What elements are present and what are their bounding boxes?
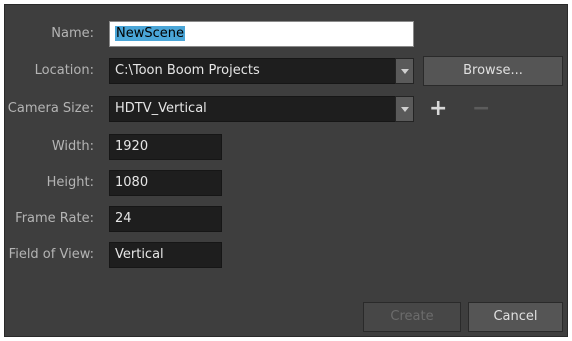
location-label: Location:	[34, 63, 94, 78]
camera-size-value: HDTV_Vertical	[115, 101, 207, 116]
field-of-view-label: Field of View:	[8, 247, 94, 262]
camera-size-chevron-down-icon[interactable]	[395, 96, 414, 122]
camera-size-label: Camera Size:	[7, 101, 94, 116]
width-value: 1920	[115, 139, 149, 154]
frame-rate-value: 24	[115, 211, 132, 226]
height-input[interactable]: 1080	[109, 170, 222, 196]
location-chevron-down-icon[interactable]	[395, 58, 414, 84]
plus-icon[interactable]: +	[429, 98, 447, 120]
height-label: Height:	[46, 175, 94, 190]
location-dropdown[interactable]: C:\Toon Boom Projects	[109, 58, 396, 84]
width-input[interactable]: 1920	[109, 134, 222, 160]
name-value: NewScene	[115, 26, 185, 41]
height-value: 1080	[115, 175, 149, 190]
create-button[interactable]: Create	[363, 302, 461, 332]
cancel-button[interactable]: Cancel	[468, 302, 563, 332]
frame-rate-label: Frame Rate:	[15, 211, 94, 226]
field-of-view-value: Vertical	[115, 247, 164, 262]
new-scene-dialog: Name: NewScene Location: C:\Toon Boom Pr…	[4, 4, 568, 337]
name-input[interactable]: NewScene	[109, 21, 414, 47]
browse-button[interactable]: Browse...	[423, 56, 563, 86]
field-of-view-input[interactable]: Vertical	[109, 242, 222, 268]
minus-icon[interactable]: −	[472, 98, 490, 120]
location-value: C:\Toon Boom Projects	[115, 63, 260, 78]
name-label: Name:	[51, 26, 94, 41]
camera-size-dropdown[interactable]: HDTV_Vertical	[109, 96, 396, 122]
width-label: Width:	[51, 139, 94, 154]
frame-rate-input[interactable]: 24	[109, 206, 222, 232]
